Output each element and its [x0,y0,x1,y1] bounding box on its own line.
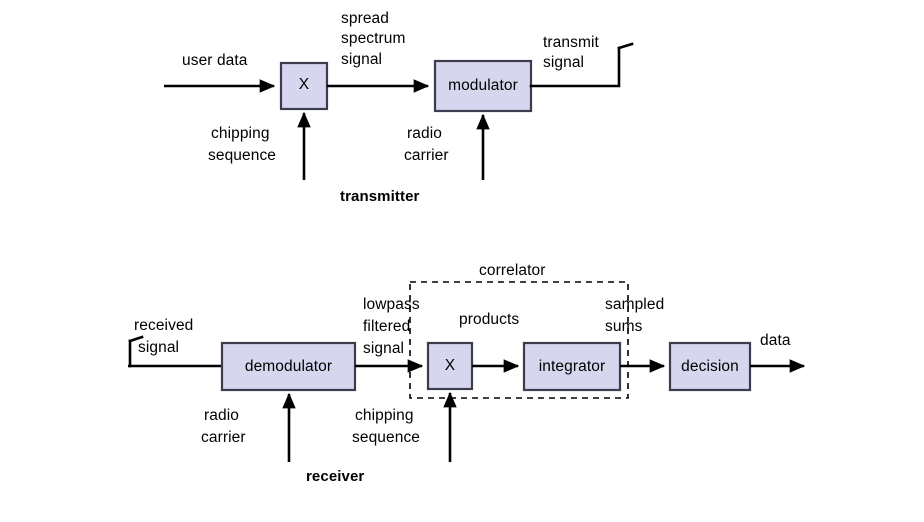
receiver-section-label: receiver [306,468,365,485]
label-rx-radio-carrier-line1: radio [204,407,239,424]
label-tx-chipping-sequence-line1: chipping [211,125,270,142]
label-sampled-sums-line1: sampled [605,296,665,313]
label-rx-chipping-sequence-line1: chipping [355,407,414,424]
tx-modulator-label: modulator [448,77,518,94]
label-tx-radio-carrier-line1: radio [407,125,442,142]
label-data-output: data [760,332,791,349]
label-lowpass-filtered-signal-line1: lowpass [363,296,420,313]
rx-decision-label: decision [681,358,739,375]
tx-multiplier-label: X [298,76,310,93]
label-spread-spectrum-signal-line1: spread [341,10,389,27]
label-sampled-sums-line2: sums [605,318,643,335]
rx-multiplier-label: X [444,357,456,374]
label-lowpass-filtered-signal-line2: filtered [363,318,411,335]
label-rx-radio-carrier-line2: carrier [201,429,246,446]
rx-demodulator-label: demodulator [244,358,333,375]
label-tx-radio-carrier-line2: carrier [404,147,449,164]
correlator-group-label: correlator [479,262,546,279]
label-rx-chipping-sequence-line2: sequence [352,429,421,446]
label-transmit-signal-line2: signal [543,54,585,71]
rx-integrator-label: integrator [538,358,606,375]
label-lowpass-filtered-signal-line3: signal [363,340,405,357]
label-tx-chipping-sequence-line2: sequence [208,147,277,164]
label-spread-spectrum-signal-line3: signal [341,51,383,68]
label-user-data: user data [182,52,248,69]
label-spread-spectrum-signal-line2: spectrum [341,30,406,47]
label-products: products [459,311,520,328]
transmitter-section-label: transmitter [340,188,420,205]
label-transmit-signal-line1: transmit [543,34,599,51]
label-received-signal-line2: signal [138,339,180,356]
dsss-block-diagram: user data X spread spectrum signal modul… [0,0,924,522]
label-received-signal-line1: received [134,317,194,334]
